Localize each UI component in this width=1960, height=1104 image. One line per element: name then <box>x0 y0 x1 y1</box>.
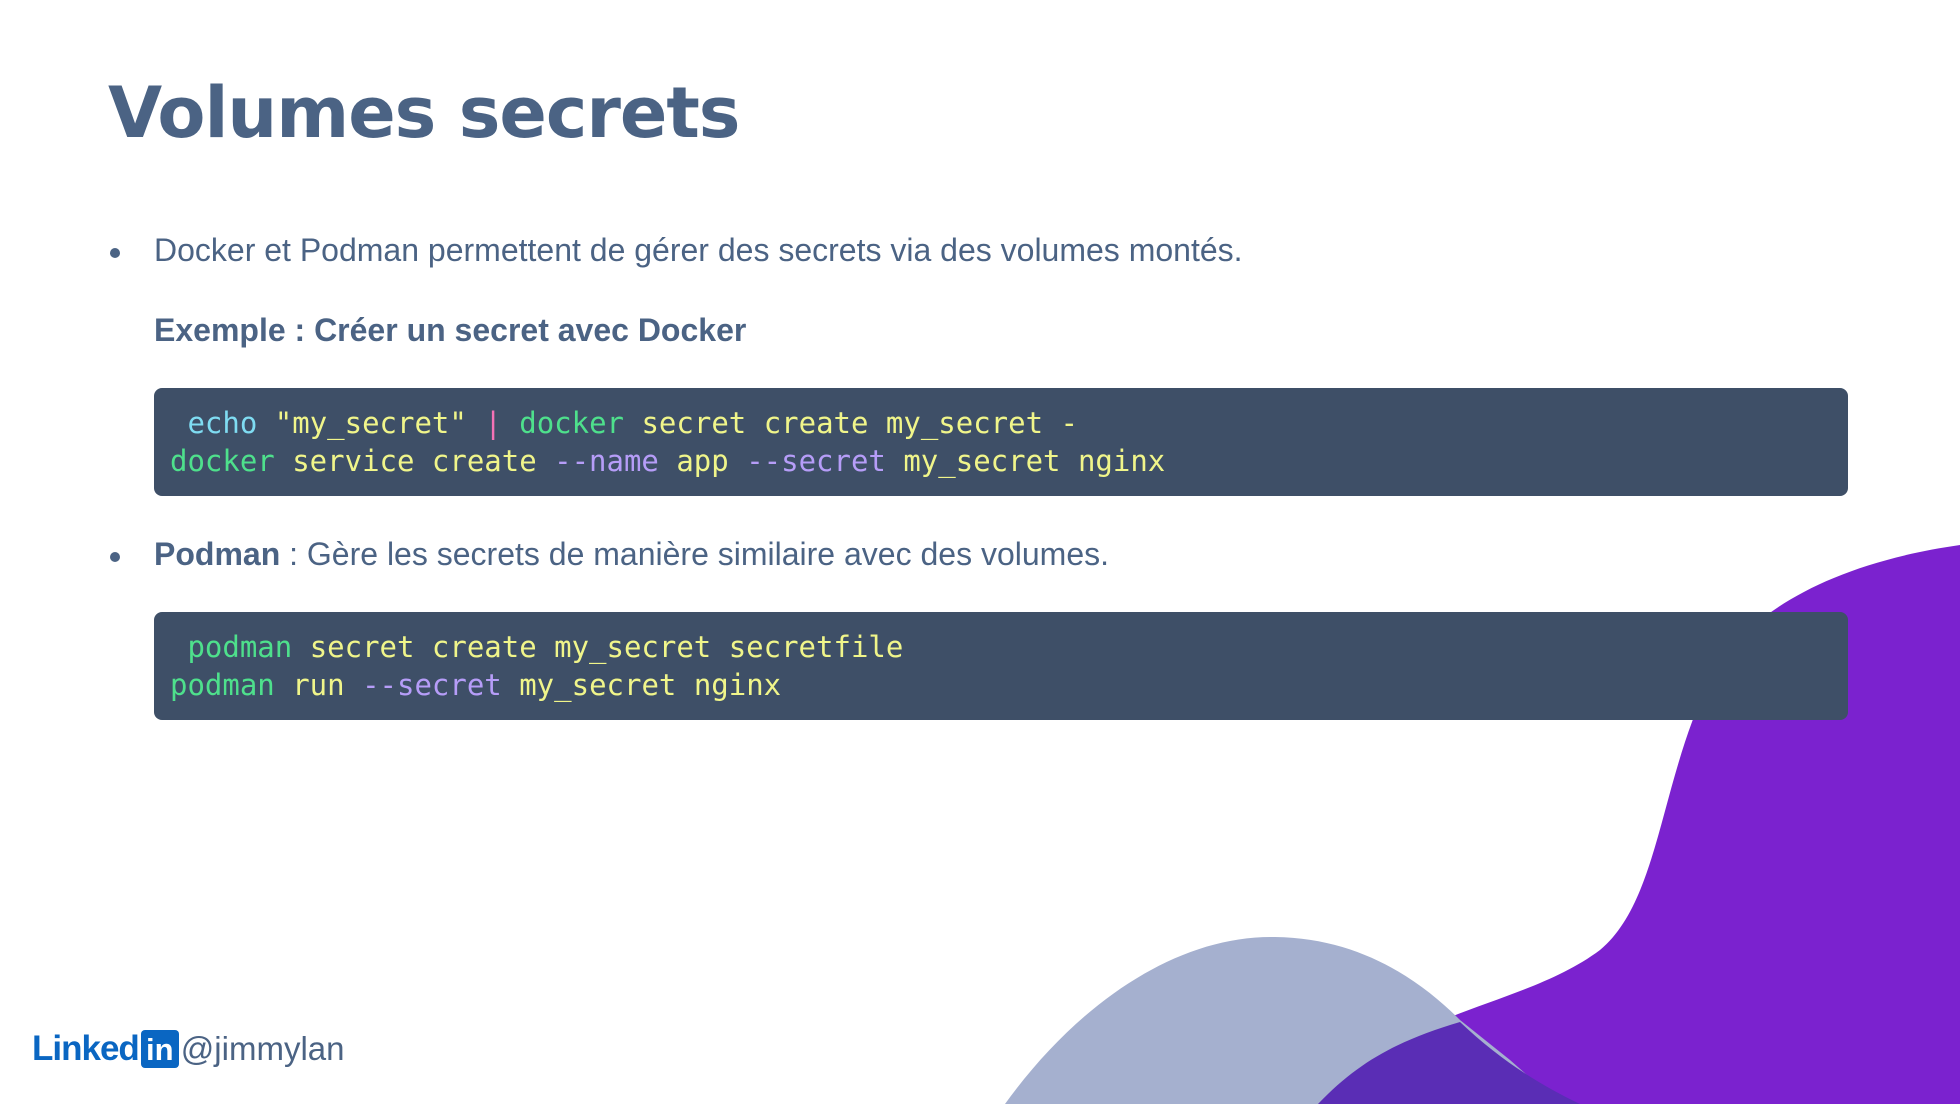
bullet-text: : Gère les secrets de manière similaire … <box>280 536 1109 572</box>
code-token-cmd: podman <box>187 630 293 664</box>
code-line: docker service create --name app --secre… <box>170 442 1832 480</box>
code-token-cmd: docker <box>170 444 275 478</box>
code-token-builtin: echo <box>187 406 258 440</box>
code-token-arg <box>170 630 187 664</box>
author-handle: @jimmylan <box>180 1030 345 1067</box>
slide: Volumes secrets Docker et Podman permett… <box>0 0 1960 1104</box>
code-token-arg <box>257 406 274 440</box>
example-heading: Exemple : Créer un secret avec Docker <box>154 312 747 348</box>
linkedin-logo-word: Linked <box>32 1029 140 1068</box>
code-token-arg: secret create my_secret - <box>624 406 1078 440</box>
code-token-cmd: podman <box>170 668 275 702</box>
code-token-flag: --name <box>554 444 659 478</box>
code-token-arg <box>170 406 187 440</box>
code-line: echo "my_secret" | docker secret create … <box>170 404 1832 442</box>
bullet-text-docker-podman: Docker et Podman permettent de gérer des… <box>154 232 1243 269</box>
bullet-text: Docker et Podman permettent de gérer des… <box>154 232 1243 268</box>
code-line: podman run --secret my_secret nginx <box>170 666 1832 704</box>
code-block-podman: podman secret create my_secret secretfil… <box>154 612 1848 720</box>
bullet-text-podman: Podman : Gère les secrets de manière sim… <box>154 536 1109 573</box>
code-block-docker: echo "my_secret" | docker secret create … <box>154 388 1848 496</box>
code-token-arg: my_secret nginx <box>501 668 782 702</box>
footer-branding: Linked in @jimmylan <box>32 1028 344 1070</box>
bullet-bold-label: Podman <box>154 536 281 572</box>
linkedin-icon: in <box>140 1030 179 1068</box>
code-token-arg: app <box>658 444 747 478</box>
code-token-arg: secret create my_secret secretfile <box>292 630 904 664</box>
code-token-cmd: docker <box>519 406 625 440</box>
slide-title: Volumes secrets <box>108 72 740 154</box>
code-line: podman secret create my_secret secretfil… <box>170 628 1832 666</box>
code-token-str: "my_secret" <box>274 406 467 440</box>
code-token-arg: my_secret nginx <box>885 444 1166 478</box>
code-token-arg: run <box>274 668 363 702</box>
bullet-dot <box>110 248 120 258</box>
code-token-pipe: | <box>484 406 502 440</box>
code-token-flag: --secret <box>362 668 502 702</box>
code-token-arg <box>502 406 519 440</box>
code-token-flag: --secret <box>746 444 886 478</box>
bullet-dot <box>110 552 120 562</box>
code-token-arg <box>467 406 484 440</box>
code-token-arg: service create <box>274 444 555 478</box>
